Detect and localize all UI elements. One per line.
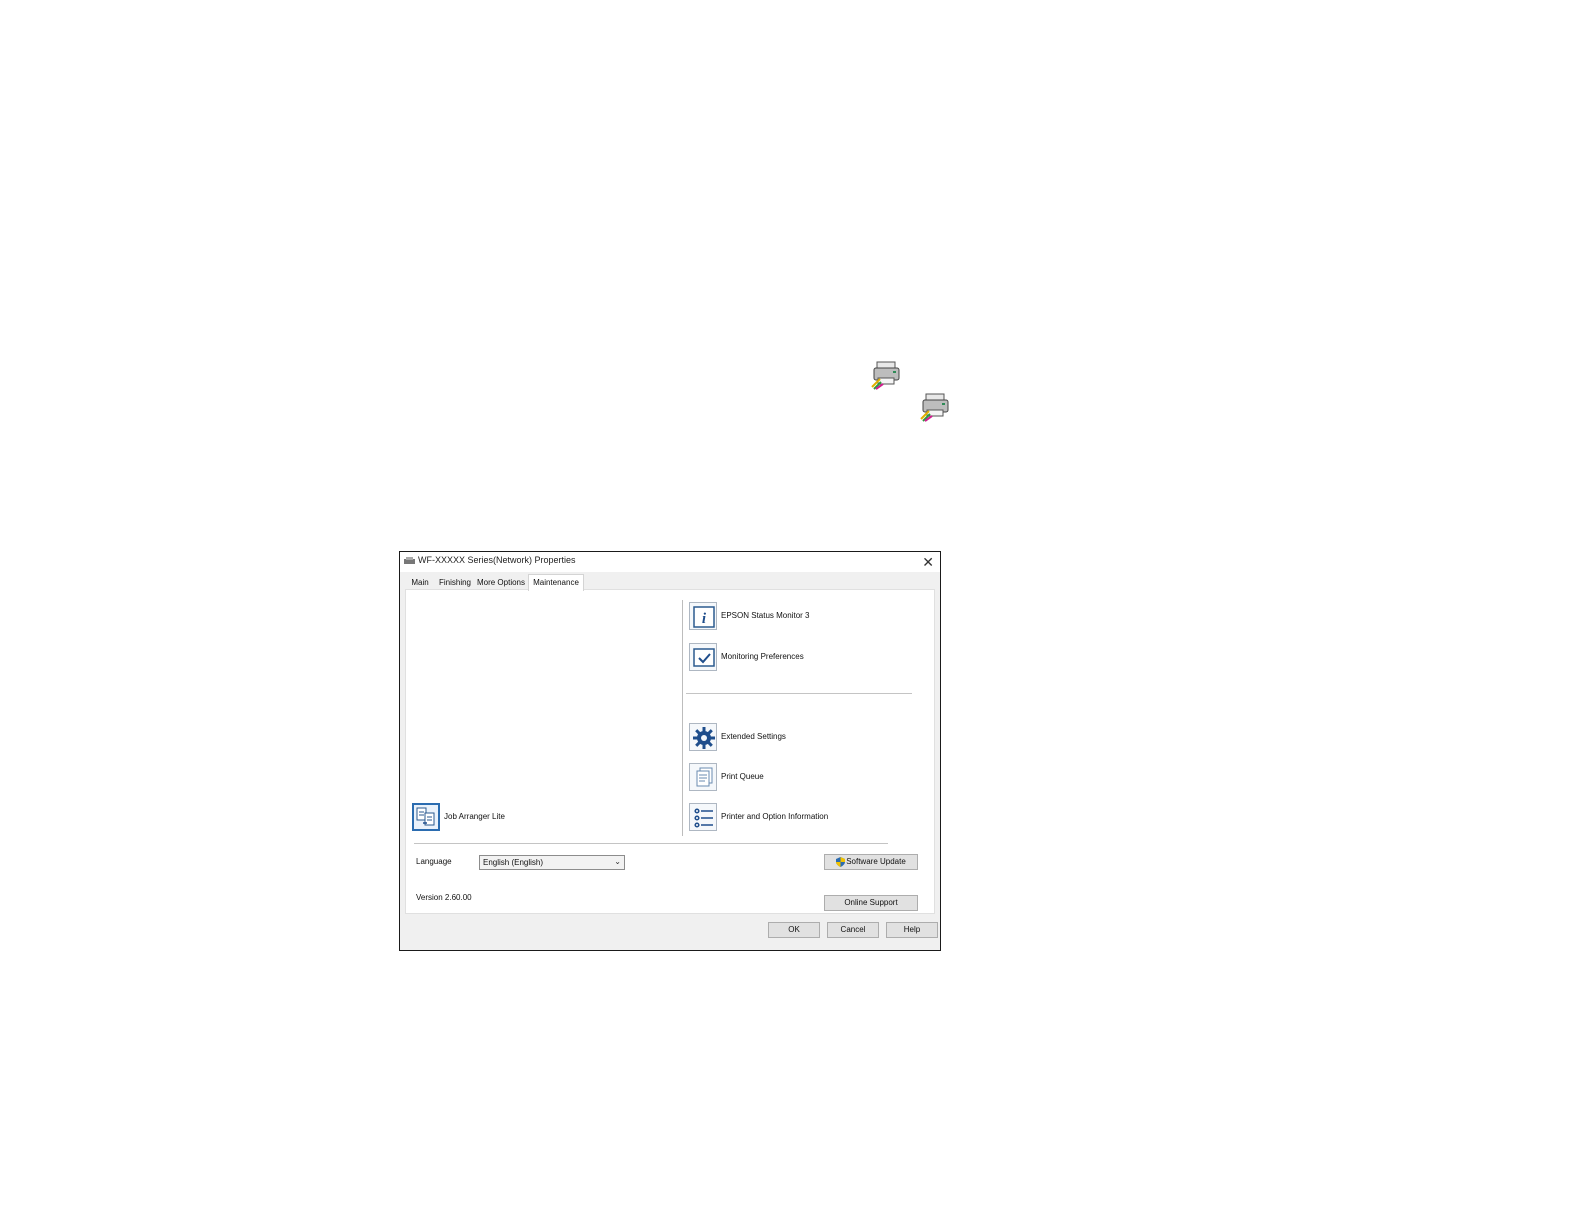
- tab-finishing[interactable]: Finishing: [438, 576, 472, 589]
- cancel-button[interactable]: Cancel: [827, 922, 879, 938]
- status-monitor-label: EPSON Status Monitor 3: [721, 611, 810, 620]
- list-icon: [689, 803, 717, 831]
- software-update-label: Software Update: [846, 857, 906, 866]
- printer-properties-dialog: WF-XXXXX Series(Network) Properties ✕ Ma…: [399, 551, 941, 951]
- ok-button[interactable]: OK: [768, 922, 820, 938]
- monitoring-preferences-label: Monitoring Preferences: [721, 652, 804, 661]
- section-divider: [686, 693, 912, 694]
- software-update-button[interactable]: Software Update: [824, 854, 918, 870]
- printer-status-icon: [871, 361, 900, 390]
- help-button[interactable]: Help: [886, 922, 938, 938]
- close-icon[interactable]: ✕: [922, 552, 934, 572]
- gear-icon: [689, 723, 717, 751]
- printer-status-icon: [920, 393, 949, 422]
- language-select-value: English (English): [483, 858, 544, 867]
- chevron-down-icon: ⌄: [614, 857, 621, 866]
- job-arranger-lite-label: Job Arranger Lite: [444, 812, 505, 821]
- maintenance-panel: i EPSON Status Monitor 3 Monitoring Pref…: [405, 589, 935, 914]
- window-title: WF-XXXXX Series(Network) Properties: [418, 555, 576, 565]
- print-queue-label: Print Queue: [721, 772, 764, 781]
- tab-more-options[interactable]: More Options: [476, 576, 526, 589]
- tab-maintenance[interactable]: Maintenance: [528, 574, 584, 591]
- tab-main[interactable]: Main: [408, 576, 432, 589]
- printer-icon: [404, 557, 415, 564]
- print-queue-icon: [689, 763, 717, 791]
- vertical-divider: [682, 600, 683, 836]
- shield-icon: [836, 856, 846, 867]
- footer-divider: [414, 843, 888, 844]
- online-support-button[interactable]: Online Support: [824, 895, 918, 911]
- printer-option-information-label: Printer and Option Information: [721, 812, 829, 821]
- extended-settings-label: Extended Settings: [721, 732, 786, 741]
- title-bar: WF-XXXXX Series(Network) Properties ✕: [400, 552, 940, 572]
- checkbox-icon: [689, 643, 717, 671]
- language-label: Language: [416, 857, 452, 866]
- job-arranger-icon: [412, 803, 440, 831]
- language-select[interactable]: English (English) ⌄: [479, 855, 625, 870]
- info-icon: i: [689, 602, 717, 630]
- version-text: Version 2.60.00: [416, 893, 472, 902]
